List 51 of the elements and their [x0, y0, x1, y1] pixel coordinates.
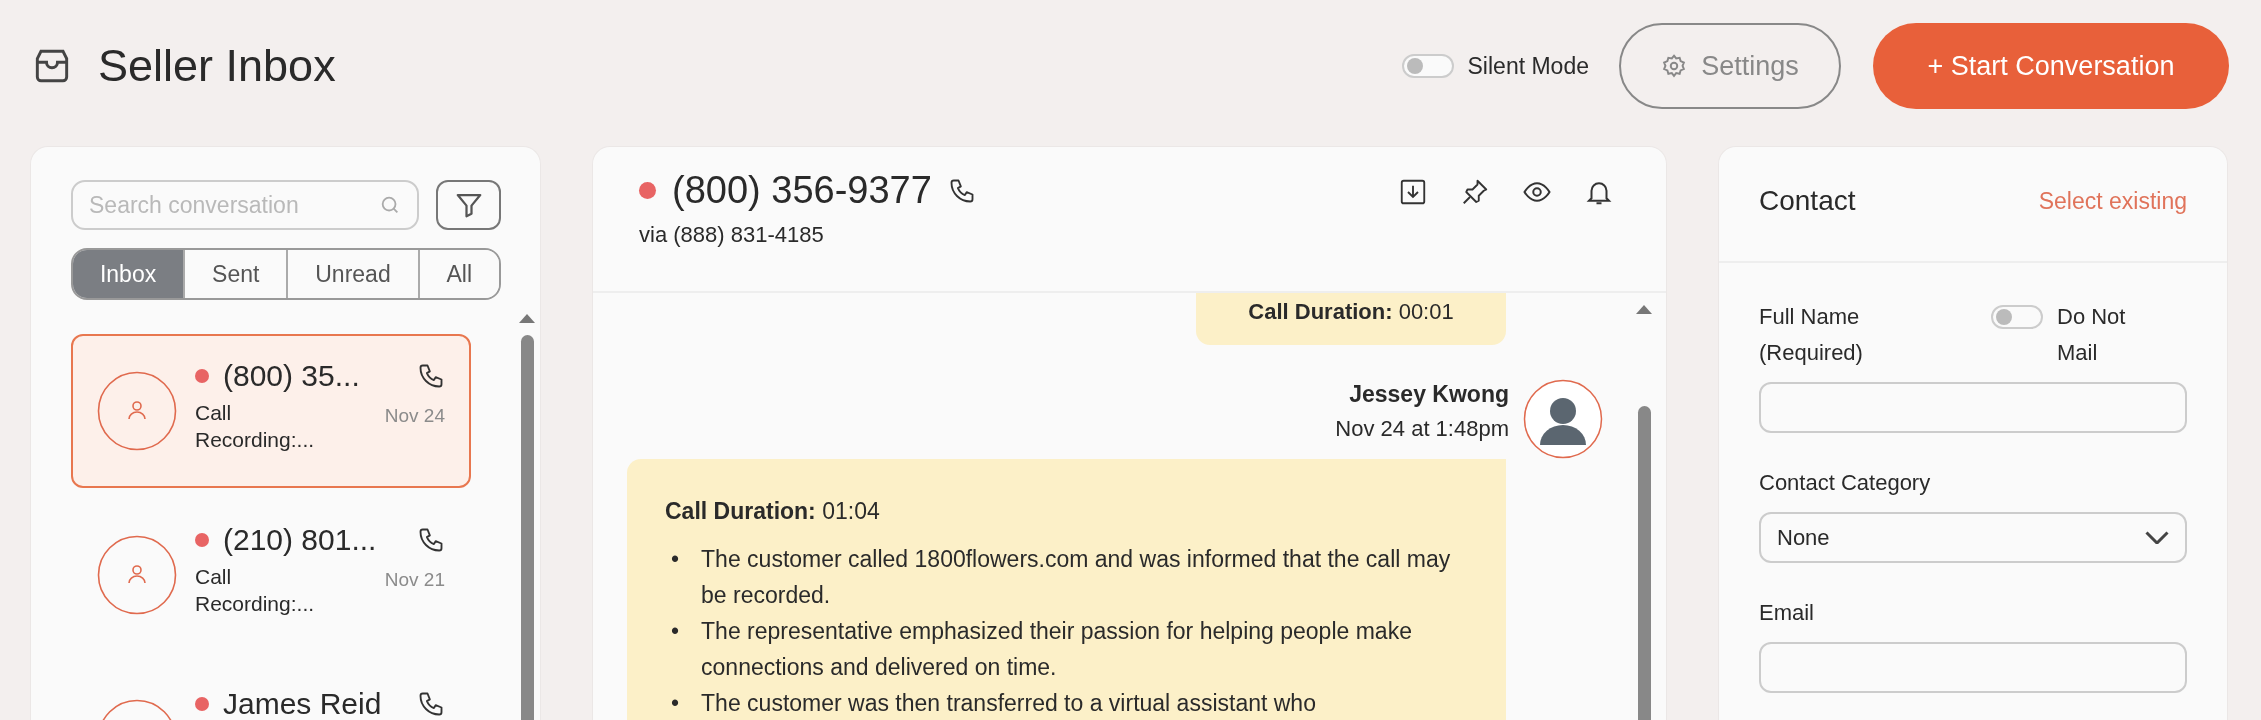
contact-avatar-icon	[97, 371, 177, 451]
scrollbar[interactable]	[1636, 305, 1652, 720]
filter-tab[interactable]: All	[417, 250, 499, 298]
message-preview: Call Recording:...	[195, 564, 316, 618]
message-date: Nov 21	[384, 569, 445, 591]
do-not-mail-toggle[interactable]	[1991, 305, 2043, 329]
search-icon	[379, 194, 401, 216]
silent-mode-toggle[interactable]	[1401, 54, 1454, 78]
filter-button[interactable]	[436, 180, 501, 230]
contact-title: Contact	[1759, 185, 1856, 217]
input-field[interactable]	[1759, 382, 2187, 433]
summary-bullet: The customer called 1800flowers.com and was informed that the call may be recorded.	[701, 544, 1452, 610]
message-author: Jessey Kwong	[1349, 381, 1509, 408]
download-icon[interactable]	[1398, 177, 1428, 207]
bullet-marker: •	[671, 688, 680, 718]
chevron-down-icon	[2145, 530, 2169, 545]
category-select[interactable]: None	[1759, 512, 2187, 563]
conversation-phone: (800) 356-9377	[672, 169, 932, 212]
message-time: Nov 24 at 1:48pm	[1335, 416, 1509, 442]
contact-name: (800) 35...	[223, 359, 361, 393]
call-duration: Call Duration: 01:04	[665, 497, 881, 526]
settings-icon	[1661, 53, 1688, 79]
do-not-mail-label: Do Not Mail	[2057, 303, 2127, 367]
field-label: Full Name (Required)	[1759, 303, 1864, 367]
page-title: Seller Inbox	[98, 40, 336, 92]
field-label: Contact Category	[1759, 469, 1931, 497]
phone-icon	[417, 362, 445, 390]
scrollbar[interactable]	[519, 314, 535, 720]
conversation-item[interactable]: (210) 801... Call Recording:... Nov 21	[71, 498, 471, 652]
via-number: via (888) 831-4185	[639, 222, 825, 248]
contact-avatar-icon	[97, 535, 177, 615]
conversation-item[interactable]: James Reid	[71, 662, 471, 720]
summary-bullet: The customer was then transferred to a virtual assistant who	[701, 688, 1317, 718]
bullet-marker: •	[671, 616, 680, 646]
message-preview: Call Recording:...	[195, 400, 316, 454]
call-duration: Call Duration: 00:01	[1248, 299, 1454, 324]
phone-icon	[417, 690, 445, 718]
pin-icon[interactable]	[1460, 177, 1490, 207]
search-field[interactable]: Search conversation	[71, 180, 419, 230]
message-date: Nov 24	[384, 405, 445, 427]
phone-icon	[417, 526, 445, 554]
bullet-marker: •	[671, 544, 680, 574]
summary-bullet: The representative emphasized their passion for helping people make connections and delivered on time.	[701, 616, 1413, 682]
input-field[interactable]	[1759, 642, 2187, 693]
avatar-icon	[1523, 379, 1603, 459]
silent-mode-label: Silent Mode	[1467, 52, 1589, 80]
contact-name: (210) 801...	[223, 523, 378, 557]
conversation-item[interactable]: (800) 35... Call Recording:... Nov 24	[71, 334, 471, 488]
contact-name: James Reid	[223, 687, 383, 720]
filter-tab[interactable]: Inbox	[73, 250, 184, 298]
field-label: Email	[1759, 599, 1814, 627]
